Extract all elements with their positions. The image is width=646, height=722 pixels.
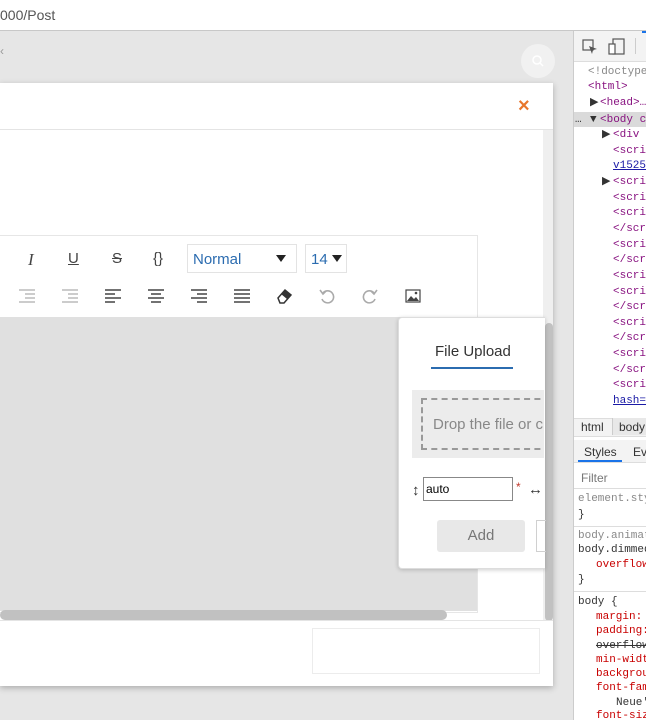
drop-zone-text: Drop the file or cl bbox=[433, 416, 544, 433]
url-text[interactable]: 000/Post bbox=[0, 7, 55, 23]
expand-arrow-icon[interactable]: ▶ bbox=[590, 96, 598, 110]
breadcrumb-body[interactable]: body bbox=[619, 420, 645, 434]
modal-footer-divider bbox=[0, 620, 553, 621]
style-prop: font-siz bbox=[596, 710, 646, 722]
align-left-icon[interactable] bbox=[104, 289, 122, 303]
tab-active-underline bbox=[578, 460, 622, 462]
dom-line-script[interactable]: <scri bbox=[613, 285, 646, 299]
underline-button[interactable]: U bbox=[68, 250, 79, 267]
chevron-down-icon bbox=[332, 255, 342, 262]
align-right-icon[interactable] bbox=[190, 289, 208, 303]
collapse-arrow-icon[interactable]: ▼ bbox=[590, 113, 597, 127]
tab-styles[interactable]: Styles bbox=[584, 445, 617, 459]
code-button[interactable]: {} bbox=[153, 250, 163, 267]
indent-icon[interactable] bbox=[61, 289, 79, 303]
style-prop-overridden: overflow bbox=[596, 640, 646, 652]
style-prop: min-widt bbox=[596, 654, 646, 666]
image-icon[interactable] bbox=[405, 289, 421, 303]
style-rule-selector: body.animat bbox=[578, 530, 646, 542]
undo-icon[interactable] bbox=[319, 288, 335, 304]
style-prop: margin: bbox=[596, 611, 643, 623]
secondary-button[interactable] bbox=[536, 520, 546, 552]
style-rule-element: element.sty bbox=[578, 493, 646, 505]
tab-file-upload[interactable]: File Upload bbox=[435, 343, 511, 360]
dom-line-script[interactable]: <scri bbox=[613, 206, 646, 220]
align-center-icon[interactable] bbox=[147, 289, 165, 303]
breadcrumb-html[interactable]: html bbox=[581, 420, 604, 434]
horizontal-scrollbar-thumb[interactable] bbox=[0, 610, 447, 620]
style-rule-selector: body { bbox=[578, 596, 618, 608]
dom-line-script[interactable]: <scri bbox=[613, 347, 646, 361]
dom-line-script-close[interactable]: </scr bbox=[613, 363, 646, 377]
style-rule-close: } bbox=[578, 509, 585, 521]
dom-line-script-close[interactable]: </scr bbox=[613, 331, 646, 345]
dom-line-script[interactable]: <scri bbox=[613, 144, 646, 158]
search-icon bbox=[532, 55, 544, 67]
expand-arrow-icon[interactable]: ▶ bbox=[602, 175, 610, 189]
dom-line-script[interactable]: <scri bbox=[613, 238, 646, 252]
toolbar-separator bbox=[635, 38, 636, 54]
dom-line-hash[interactable]: hash= bbox=[613, 394, 646, 408]
style-prop: backgrou bbox=[596, 668, 646, 680]
redo-icon[interactable] bbox=[362, 288, 378, 304]
dom-line-script-close[interactable]: </scr bbox=[613, 253, 646, 267]
footer-panel bbox=[312, 628, 540, 674]
strikethrough-button[interactable]: S bbox=[112, 250, 122, 267]
style-divider bbox=[574, 526, 646, 527]
style-value: Neue' bbox=[616, 697, 646, 709]
dom-line-head[interactable]: <head>… bbox=[600, 96, 646, 110]
italic-button[interactable]: I bbox=[28, 250, 34, 270]
height-resize-icon: ↕ bbox=[412, 482, 420, 499]
dom-line-script[interactable]: <scri bbox=[613, 269, 646, 283]
tab-active-underline bbox=[431, 367, 513, 369]
dom-line-script[interactable]: <scri bbox=[613, 378, 646, 392]
required-marker: * bbox=[516, 480, 521, 494]
dom-line-script[interactable]: <scrip bbox=[613, 175, 646, 189]
expand-arrow-icon[interactable]: ▶ bbox=[602, 128, 610, 142]
paragraph-style-select[interactable]: Normal bbox=[187, 244, 297, 273]
paragraph-style-value: Normal bbox=[193, 251, 242, 268]
modal-scrollbar-thumb[interactable] bbox=[545, 323, 553, 621]
dom-line-html[interactable]: <html> bbox=[588, 80, 628, 94]
close-icon[interactable]: × bbox=[518, 96, 530, 116]
dom-line-script-close[interactable]: </scr bbox=[613, 222, 646, 236]
partial-arrow-icon: ‹ bbox=[0, 44, 4, 58]
search-button[interactable] bbox=[521, 44, 555, 78]
width-resize-icon: ↔ bbox=[528, 481, 543, 498]
tab-event-listeners[interactable]: Ev bbox=[633, 445, 646, 459]
font-size-select[interactable]: 14 bbox=[305, 244, 347, 273]
modal-header-divider bbox=[0, 129, 553, 130]
url-bar[interactable] bbox=[0, 0, 646, 31]
inspect-element-icon[interactable] bbox=[582, 39, 598, 55]
active-tab-indicator bbox=[642, 31, 646, 33]
add-button[interactable]: Add bbox=[437, 520, 525, 552]
justify-icon[interactable] bbox=[233, 289, 251, 303]
device-toolbar-icon[interactable] bbox=[608, 38, 626, 56]
dom-line-doctype[interactable]: <!doctype bbox=[588, 65, 646, 79]
height-input[interactable] bbox=[423, 477, 513, 501]
dom-line-script[interactable]: <scri bbox=[613, 316, 646, 330]
chevron-down-icon bbox=[276, 255, 286, 262]
filter-placeholder[interactable]: Filter bbox=[581, 471, 608, 485]
dom-line-link[interactable]: v1525 bbox=[613, 159, 646, 173]
dom-line-div[interactable]: <div i bbox=[613, 128, 646, 142]
style-prop: overflow bbox=[596, 559, 646, 571]
outdent-icon[interactable] bbox=[18, 289, 36, 303]
dom-line-script-close[interactable]: </scr bbox=[613, 300, 646, 314]
dom-line-body[interactable]: <body c bbox=[600, 113, 646, 127]
eraser-icon[interactable] bbox=[276, 288, 293, 304]
font-size-value: 14 bbox=[311, 251, 328, 268]
style-rule-close: } bbox=[578, 574, 585, 586]
more-icon[interactable]: … bbox=[575, 113, 582, 127]
style-prop: font-fam bbox=[596, 682, 646, 694]
style-prop: padding: bbox=[596, 625, 646, 637]
dom-line-script[interactable]: <scri bbox=[613, 191, 646, 205]
style-rule-selector: body.dimmed bbox=[578, 544, 646, 556]
style-divider bbox=[574, 591, 646, 592]
